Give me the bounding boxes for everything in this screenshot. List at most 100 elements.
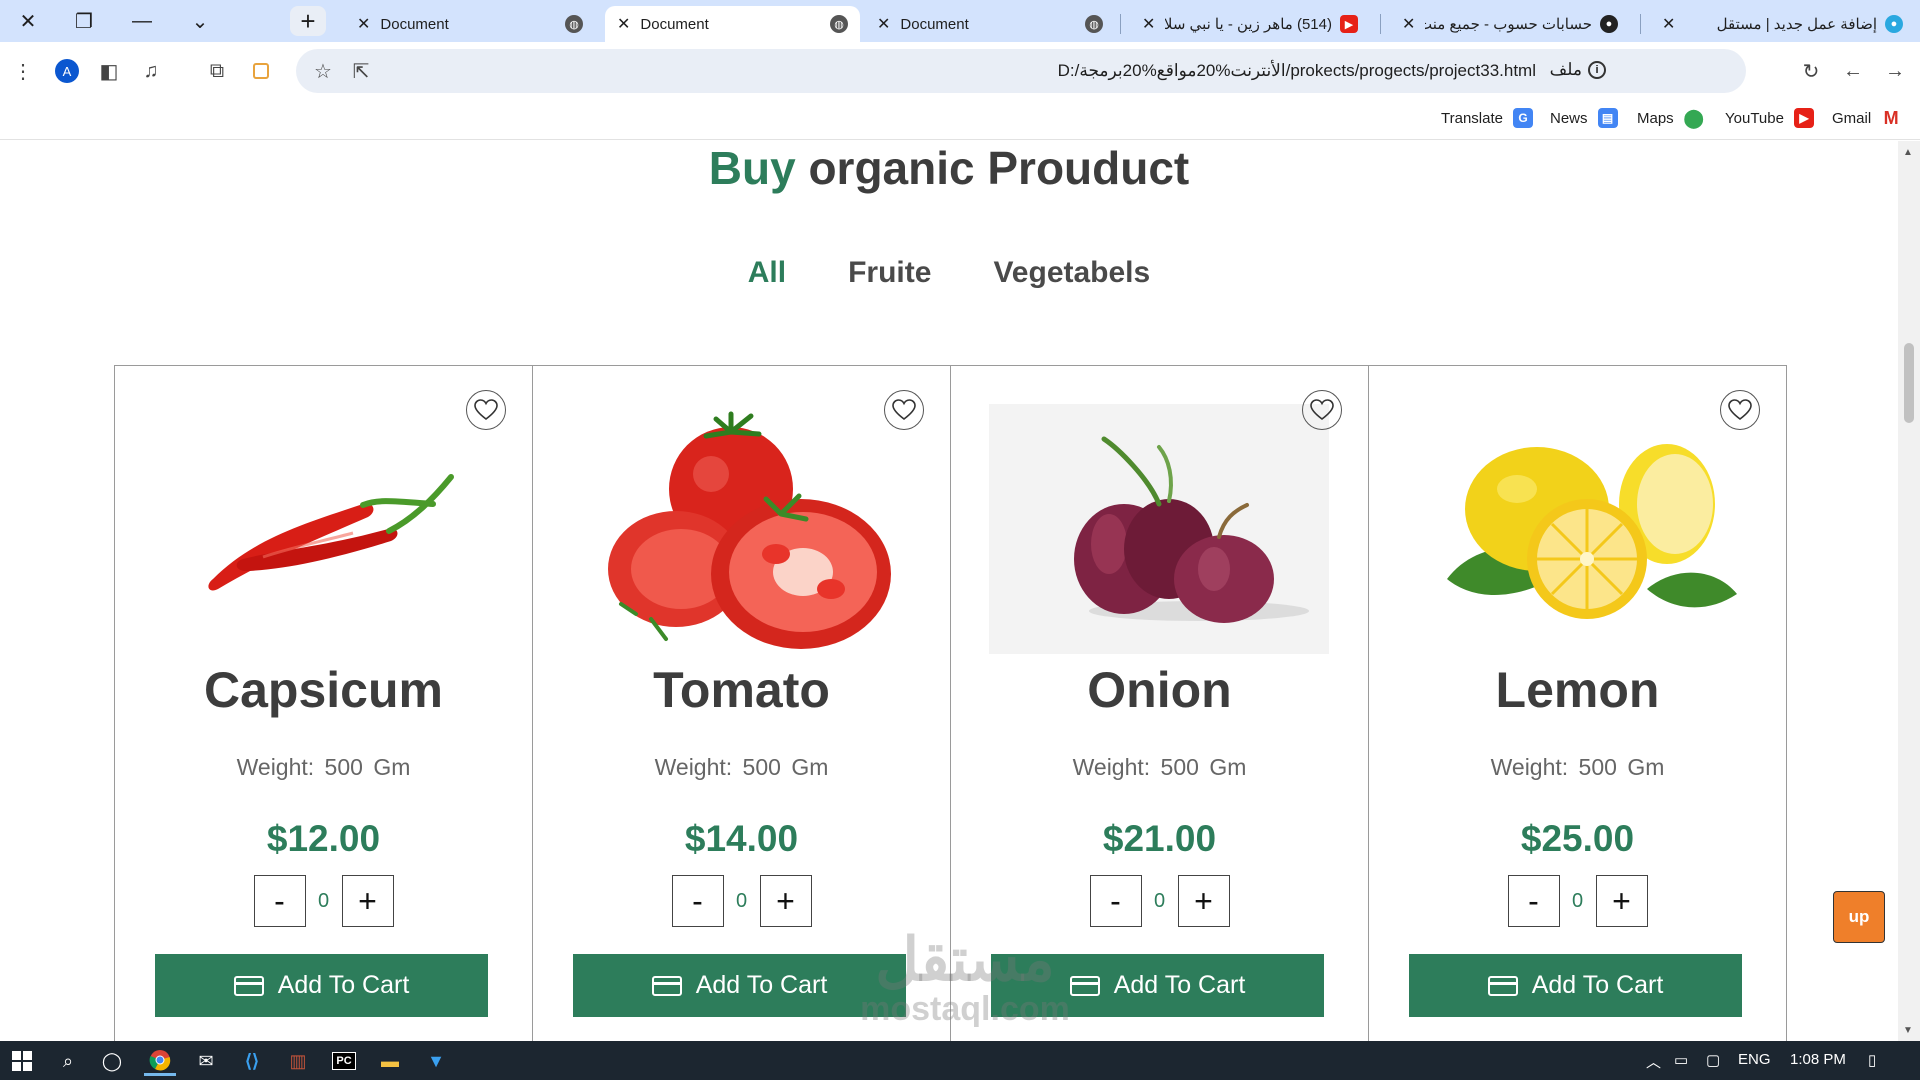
vpn-app-icon[interactable]: ▼: [420, 1046, 452, 1076]
close-tab-icon[interactable]: ✕: [1662, 14, 1675, 34]
bookmark-translate[interactable]: Translate G: [1441, 108, 1533, 128]
tab-search-chevron-icon[interactable]: ⌄: [180, 6, 220, 36]
page-viewport: Buy organic Prouduct All Fruite Vegetabe…: [0, 141, 1898, 1041]
task-view-icon[interactable]: ◯: [96, 1046, 128, 1076]
site-info-chip[interactable]: ملف i: [1550, 60, 1606, 80]
tab-title: حسابات حسوب - جميع منت: [1425, 16, 1592, 33]
decrease-button[interactable]: -: [671, 875, 724, 927]
mostaql-icon: ●: [1885, 15, 1903, 33]
side-panel-icon[interactable]: ◧: [94, 56, 124, 86]
minimize-window-icon[interactable]: —: [122, 6, 162, 36]
product-card-lemon: Lemon Weight: 500 Gm $25.00 - 0 + Add To…: [1368, 365, 1787, 1041]
increase-button[interactable]: +: [1177, 875, 1230, 927]
language-indicator[interactable]: ENG: [1738, 1051, 1771, 1068]
filter-all[interactable]: All: [748, 256, 786, 290]
notifications-icon[interactable]: ▯: [1868, 1051, 1876, 1069]
filter-fruite[interactable]: Fruite: [848, 256, 931, 290]
url-text[interactable]: D:/الأنترنت%20مواقع%20برمجة/prokects/pro…: [1058, 61, 1536, 81]
bookmark-maps[interactable]: Maps ⬤: [1637, 108, 1704, 128]
credit-card-icon: [233, 975, 264, 996]
chrome-icon[interactable]: [144, 1046, 176, 1076]
battery-icon[interactable]: ▭: [1674, 1051, 1688, 1069]
windows-start-icon[interactable]: [6, 1046, 38, 1076]
tab-hsoub[interactable]: ● حسابات حسوب - جميع منت ✕: [1390, 6, 1630, 42]
increase-button[interactable]: +: [759, 875, 812, 927]
category-filters: All Fruite Vegetabels: [0, 256, 1898, 290]
restore-window-icon[interactable]: ❐: [64, 6, 104, 36]
scroll-up-arrow-icon[interactable]: ▲: [1903, 147, 1913, 158]
back-arrow-icon[interactable]: ←: [1838, 56, 1868, 86]
quantity-stepper: - 0 +: [1369, 875, 1786, 927]
globe-icon: ◍: [1085, 15, 1103, 33]
tab-youtube[interactable]: ▶ (514) ماهر زين - يا نبي سلا ✕: [1130, 6, 1370, 42]
close-tab-icon[interactable]: ✕: [877, 14, 890, 34]
winrar-icon[interactable]: ▥: [282, 1046, 314, 1076]
tab-mostaql[interactable]: ● إضافة عمل جديد | مستقل ✕: [1650, 6, 1915, 42]
close-tab-icon[interactable]: ✕: [617, 14, 630, 34]
page-scrollbar[interactable]: ▲ ▼: [1898, 141, 1920, 1041]
bookmark-star-icon[interactable]: ☆: [308, 56, 338, 86]
bookmark-label: News: [1550, 109, 1588, 127]
profile-avatar[interactable]: A: [52, 56, 82, 86]
decrease-button[interactable]: -: [253, 875, 306, 927]
add-to-cart-button[interactable]: Add To Cart: [991, 954, 1324, 1017]
close-tab-icon[interactable]: ✕: [1142, 14, 1155, 34]
address-bar[interactable]: ☆ ⇱ D:/الأنترنت%20مواقع%20برمجة/prokects…: [296, 49, 1746, 93]
scroll-up-button[interactable]: up: [1833, 891, 1885, 943]
color-extension-icon[interactable]: [246, 56, 276, 86]
menu-dots-icon[interactable]: ⋮: [8, 56, 38, 86]
tab-document-2[interactable]: ✕ Document ◍: [605, 6, 860, 42]
extensions-puzzle-icon[interactable]: ⧉: [202, 56, 232, 86]
add-to-cart-button[interactable]: Add To Cart: [155, 954, 488, 1017]
credit-card-icon: [1069, 975, 1100, 996]
pycharm-icon[interactable]: PC: [328, 1046, 360, 1076]
search-icon[interactable]: ⌕: [52, 1046, 84, 1076]
gmail-icon: M: [1883, 107, 1899, 128]
product-name: Onion: [1087, 662, 1232, 718]
file-explorer-icon[interactable]: ▬: [374, 1046, 406, 1076]
network-icon[interactable]: ▢: [1706, 1051, 1720, 1069]
filter-vegetabels[interactable]: Vegetabels: [993, 256, 1150, 290]
forward-arrow-icon[interactable]: →: [1880, 56, 1910, 86]
decrease-button[interactable]: -: [1089, 875, 1142, 927]
media-controls-icon[interactable]: ♫: [136, 56, 166, 86]
clock[interactable]: 1:08 PM: [1790, 1051, 1846, 1068]
add-to-cart-button[interactable]: Add To Cart: [573, 954, 906, 1017]
tab-title: إضافة عمل جديد | مستقل: [1716, 16, 1877, 33]
tab-document-1[interactable]: ✕ Document ◍: [345, 6, 595, 42]
bookmarks-bar: Gmail M YouTube ▶ Maps ⬤ News ▤ Translat…: [0, 100, 1920, 140]
close-window-icon[interactable]: ✕: [8, 6, 48, 36]
tab-title: (514) ماهر زين - يا نبي سلا: [1165, 16, 1332, 33]
globe-icon: ◍: [830, 15, 848, 33]
bookmark-gmail[interactable]: Gmail M: [1832, 108, 1901, 128]
add-to-cart-label: Add To Cart: [1113, 971, 1246, 999]
winrar-glyph: ▥: [289, 1050, 307, 1071]
tab-title: Document: [380, 15, 449, 33]
mail-icon[interactable]: ✉: [190, 1046, 222, 1076]
bookmark-youtube[interactable]: YouTube ▶: [1725, 108, 1814, 128]
product-name: Lemon: [1495, 662, 1660, 718]
credit-card-icon: [1487, 975, 1518, 996]
increase-button[interactable]: +: [341, 875, 394, 927]
product-name: Tomato: [653, 662, 830, 718]
decrease-button[interactable]: -: [1507, 875, 1560, 927]
reload-icon[interactable]: ↻: [1796, 56, 1826, 86]
install-app-icon[interactable]: ⇱: [346, 56, 376, 86]
bookmark-news[interactable]: News ▤: [1550, 108, 1618, 128]
add-to-cart-button[interactable]: Add To Cart: [1409, 954, 1742, 1017]
scrollbar-thumb[interactable]: [1904, 343, 1914, 423]
folder-glyph: ▬: [381, 1050, 399, 1071]
close-tab-icon[interactable]: ✕: [357, 14, 370, 34]
product-weight: Weight: 500 Gm: [1072, 754, 1247, 780]
tab-document-3[interactable]: ✕ Document ◍: [865, 6, 1115, 42]
increase-button[interactable]: +: [1595, 875, 1648, 927]
add-to-cart-label: Add To Cart: [1531, 971, 1664, 999]
scroll-down-arrow-icon[interactable]: ▼: [1903, 1025, 1913, 1036]
new-tab-button[interactable]: +: [290, 6, 326, 36]
product-weight: Weight: 500 Gm: [1490, 754, 1665, 780]
tray-chevron-icon[interactable]: ︿: [1646, 1051, 1661, 1072]
youtube-icon: ▶: [1793, 108, 1814, 128]
vscode-icon[interactable]: ⟨⟩: [236, 1046, 268, 1076]
heart-icon[interactable]: [1302, 390, 1342, 430]
close-tab-icon[interactable]: ✕: [1402, 14, 1415, 34]
